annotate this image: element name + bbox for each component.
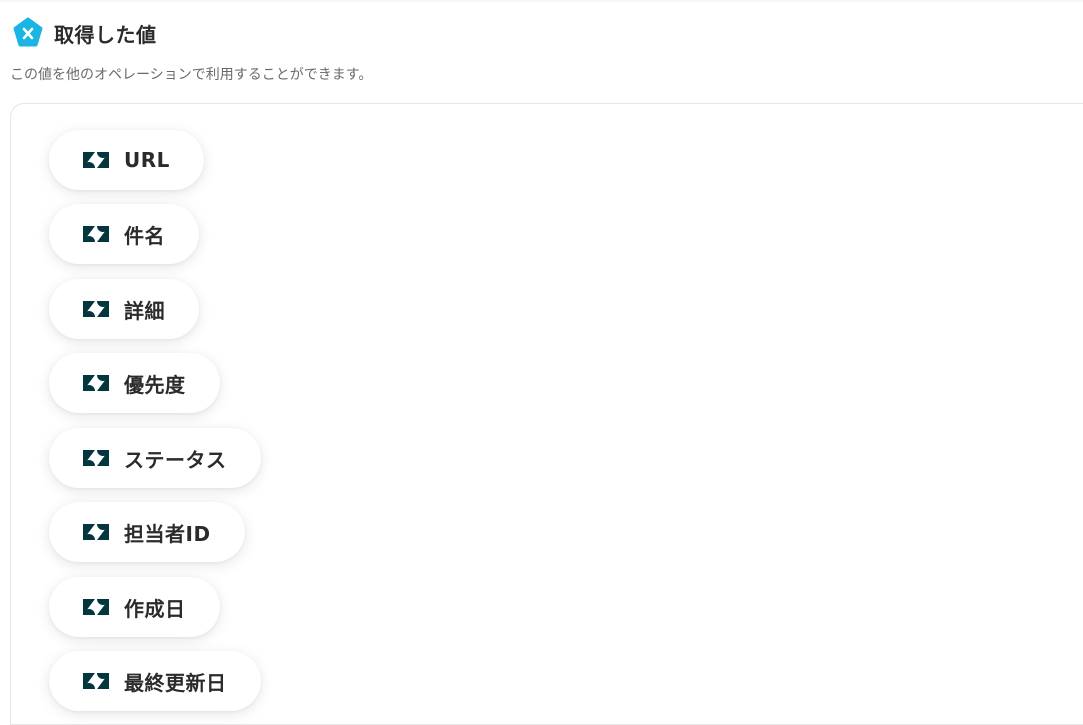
section-header: 取得した値: [12, 16, 157, 50]
value-chip-label: 担当者ID: [124, 521, 211, 546]
zendesk-logo-icon: [83, 596, 109, 618]
top-divider: [0, 0, 1083, 3]
zendesk-logo-icon: [83, 372, 109, 394]
yoom-x-pentagon-icon: [12, 17, 44, 49]
value-chip-updated-date[interactable]: 最終更新日: [49, 651, 261, 711]
section-description: この値を他のオペレーションで利用することができます。: [10, 67, 373, 83]
zendesk-logo-icon: [83, 298, 109, 320]
value-chip-label: 件名: [124, 223, 165, 248]
zendesk-logo-icon: [83, 223, 109, 245]
value-chip-priority[interactable]: 優先度: [49, 353, 220, 413]
value-chip-label: 優先度: [124, 372, 186, 397]
value-chip-label: 詳細: [124, 298, 165, 323]
value-chip-status[interactable]: ステータス: [49, 428, 261, 488]
value-chip-label: URL: [124, 148, 170, 172]
value-chip-created-date[interactable]: 作成日: [49, 577, 220, 637]
section-title: 取得した値: [54, 22, 157, 47]
zendesk-logo-icon: [83, 670, 109, 692]
value-chip-subject[interactable]: 件名: [49, 204, 199, 264]
value-chip-label: ステータス: [124, 447, 227, 472]
value-chip-assignee-id[interactable]: 担当者ID: [49, 502, 245, 562]
zendesk-logo-icon: [83, 521, 109, 543]
zendesk-logo-icon: [83, 149, 109, 171]
zendesk-logo-icon: [83, 447, 109, 469]
value-chip-label: 最終更新日: [124, 670, 227, 695]
value-chip-url[interactable]: URL: [49, 130, 204, 190]
value-chip-label: 作成日: [124, 596, 186, 621]
value-chip-details[interactable]: 詳細: [49, 279, 199, 339]
